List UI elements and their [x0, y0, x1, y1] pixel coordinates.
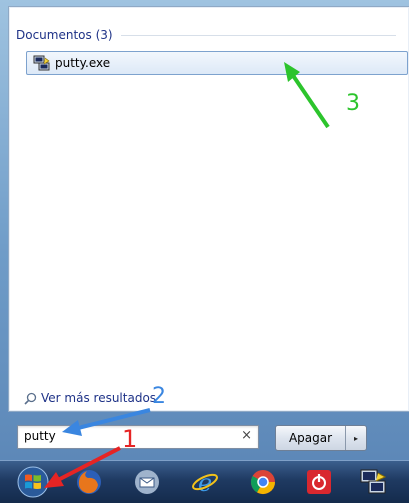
result-item-putty[interactable]: putty.exe: [26, 51, 408, 75]
group-header-documents[interactable]: Documentos (3): [16, 28, 396, 42]
svg-text:e: e: [198, 469, 212, 497]
group-header-label: Documentos (3): [16, 28, 113, 42]
group-divider: [120, 34, 396, 36]
clear-search-icon[interactable]: ×: [241, 428, 252, 443]
shutdown-button-group: Apagar ▸: [275, 425, 367, 451]
chrome-icon[interactable]: [246, 465, 280, 499]
putty-icon: [33, 55, 50, 71]
power-app-icon[interactable]: [302, 465, 336, 499]
putty-taskbar-icon[interactable]: [356, 465, 390, 499]
result-item-label: putty.exe: [55, 56, 111, 70]
shutdown-button[interactable]: Apagar: [276, 426, 346, 450]
thunderbird-icon[interactable]: [130, 465, 164, 499]
magnifier-icon: [24, 392, 37, 405]
windows-start-icon[interactable]: [16, 465, 50, 499]
search-input[interactable]: [24, 429, 224, 443]
firefox-icon[interactable]: [72, 465, 106, 499]
more-results-label: Ver más resultados: [41, 391, 157, 405]
taskbar: e: [0, 460, 409, 503]
internet-explorer-icon[interactable]: e: [188, 465, 222, 499]
more-results-link[interactable]: Ver más resultados: [24, 391, 156, 405]
search-box[interactable]: ×: [17, 425, 259, 449]
shutdown-options-arrow-icon[interactable]: ▸: [346, 426, 366, 450]
